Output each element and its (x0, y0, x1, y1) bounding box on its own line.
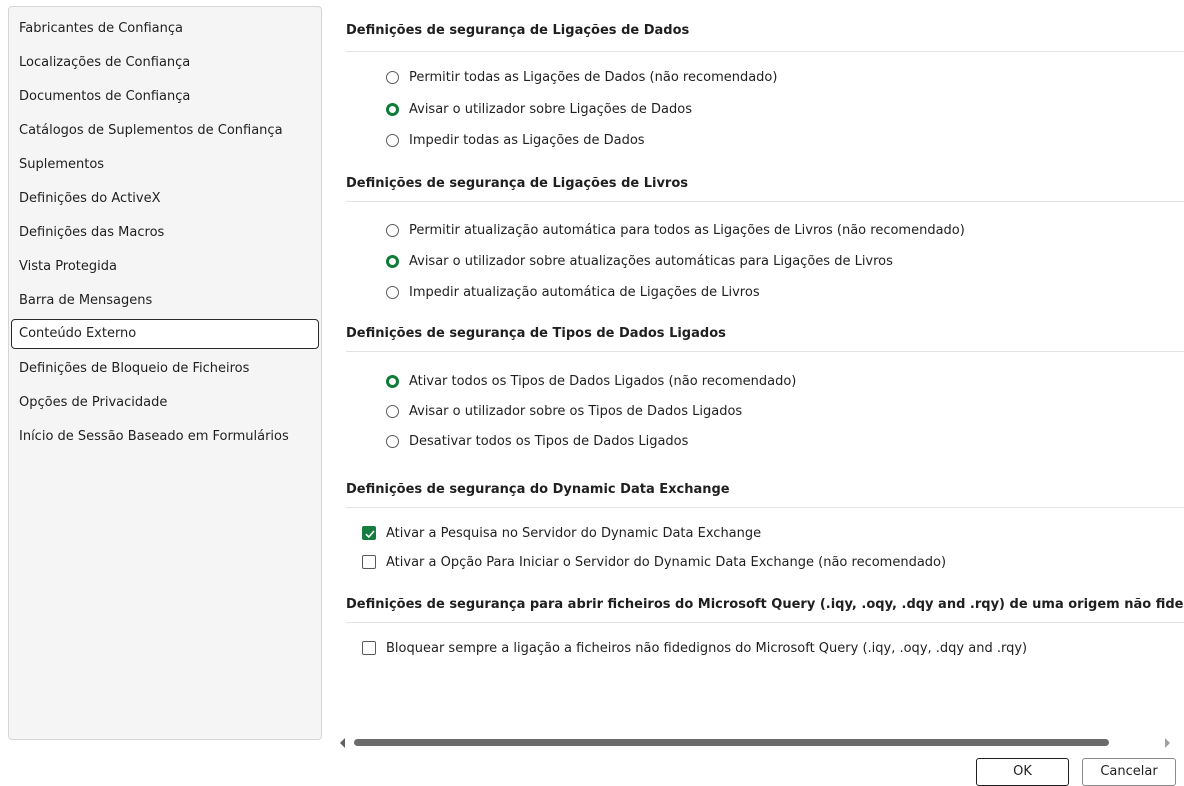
checkbox[interactable] (362, 641, 376, 655)
ok-button[interactable]: OK (976, 758, 1069, 786)
option-label: Ativar a Pesquisa no Servidor do Dynamic… (386, 525, 762, 541)
sidebar-item-trusted-addin-catalogs[interactable]: Catálogos de Suplementos de Confiança (11, 116, 319, 146)
checkbox-checked[interactable] (362, 526, 376, 540)
section-title-ms-query: Definições de segurança para abrir fiche… (346, 597, 1184, 612)
radio-button-selected[interactable] (386, 102, 399, 116)
section-title-data-connections: Definições de segurança de Ligações de D… (346, 23, 690, 38)
section-divider (346, 507, 1184, 508)
radio-enable-all-linked-data-types[interactable]: Ativar todos os Tipos de Dados Ligados (… (386, 371, 796, 391)
section-title-linked-data-types: Definições de segurança de Tipos de Dado… (346, 326, 726, 341)
radio-button-selected[interactable] (386, 254, 399, 268)
checkbox-enable-dde-server-launch[interactable]: Ativar a Opção Para Iniciar o Servidor d… (362, 552, 946, 572)
sidebar-item-trusted-publishers[interactable]: Fabricantes de Confiança (11, 14, 319, 44)
sidebar-item-privacy-options[interactable]: Opções de Privacidade (11, 388, 319, 418)
cancel-button[interactable]: Cancelar (1082, 758, 1176, 786)
section-divider (346, 51, 1184, 52)
option-label: Permitir atualização automática para tod… (409, 222, 965, 238)
section-title-workbook-links: Definições de segurança de Ligações de L… (346, 176, 689, 191)
sidebar-item-trusted-locations[interactable]: Localizações de Confiança (11, 48, 319, 78)
sidebar-item-message-bar[interactable]: Barra de Mensagens (11, 286, 319, 316)
checkbox[interactable] (362, 555, 376, 569)
check-icon (365, 530, 375, 539)
checkbox-block-untrusted-ms-query[interactable]: Bloquear sempre a ligação a ficheiros nã… (362, 638, 1027, 658)
sidebar-item-addins[interactable]: Suplementos (11, 150, 319, 180)
section-divider (346, 201, 1184, 202)
option-label: Avisar o utilizador sobre os Tipos de Da… (409, 403, 743, 419)
option-label: Bloquear sempre a ligação a ficheiros nã… (386, 640, 1028, 656)
option-label: Permitir todas as Ligações de Dados (não… (409, 69, 778, 85)
trust-center-sidebar: Fabricantes de Confiança Localizações de… (8, 6, 322, 740)
option-label: Impedir atualização automática de Ligaçõ… (409, 284, 760, 300)
radio-prompt-data-connections[interactable]: Avisar o utilizador sobre Ligações de Da… (386, 99, 692, 119)
radio-button[interactable] (386, 70, 399, 84)
external-content-panel: Definições de segurança de Ligações de D… (330, 0, 1184, 730)
option-label: Avisar o utilizador sobre atualizações a… (409, 253, 893, 269)
radio-prompt-workbook-links[interactable]: Avisar o utilizador sobre atualizações a… (386, 251, 893, 271)
sidebar-item-macro-settings[interactable]: Definições das Macros (11, 218, 319, 248)
section-title-dde: Definições de segurança do Dynamic Data … (346, 482, 730, 497)
horizontal-scrollbar[interactable] (336, 736, 1176, 752)
sidebar-item-form-based-signin[interactable]: Início de Sessão Baseado em Formulários (11, 422, 319, 452)
sidebar-item-protected-view[interactable]: Vista Protegida (11, 252, 319, 282)
radio-button[interactable] (386, 285, 399, 299)
radio-disable-all-data-connections[interactable]: Impedir todas as Ligações de Dados (386, 130, 645, 150)
radio-button[interactable] (386, 404, 399, 418)
option-label: Impedir todas as Ligações de Dados (409, 132, 645, 148)
radio-prompt-linked-data-types[interactable]: Avisar o utilizador sobre os Tipos de Da… (386, 401, 742, 421)
section-divider (346, 622, 1184, 623)
scroll-left-arrow-icon[interactable] (340, 738, 345, 748)
radio-allow-all-data-connections[interactable]: Permitir todas as Ligações de Dados (não… (386, 67, 777, 87)
radio-button[interactable] (386, 223, 399, 237)
sidebar-item-activex-settings[interactable]: Definições do ActiveX (11, 184, 319, 214)
radio-disable-all-linked-data-types[interactable]: Desativar todos os Tipos de Dados Ligado… (386, 431, 688, 451)
option-label: Avisar o utilizador sobre Ligações de Da… (409, 101, 692, 117)
checkbox-enable-dde-server-lookup[interactable]: Ativar a Pesquisa no Servidor do Dynamic… (362, 523, 761, 543)
sidebar-item-file-block-settings[interactable]: Definições de Bloqueio de Ficheiros (11, 354, 319, 384)
sidebar-item-trusted-documents[interactable]: Documentos de Confiança (11, 82, 319, 112)
sidebar-item-external-content[interactable]: Conteúdo Externo (11, 319, 319, 349)
radio-allow-auto-update-workbook-links[interactable]: Permitir atualização automática para tod… (386, 220, 965, 240)
radio-button[interactable] (386, 133, 399, 147)
radio-disable-auto-update-workbook-links[interactable]: Impedir atualização automática de Ligaçõ… (386, 282, 760, 302)
option-label: Desativar todos os Tipos de Dados Ligado… (409, 433, 689, 449)
option-label: Ativar a Opção Para Iniciar o Servidor d… (386, 554, 947, 570)
scrollbar-thumb[interactable] (354, 739, 1109, 746)
radio-button-selected[interactable] (386, 374, 399, 388)
scroll-right-arrow-icon[interactable] (1165, 738, 1170, 748)
radio-button[interactable] (386, 434, 399, 448)
option-label: Ativar todos os Tipos de Dados Ligados (… (409, 373, 797, 389)
section-divider (346, 351, 1184, 352)
